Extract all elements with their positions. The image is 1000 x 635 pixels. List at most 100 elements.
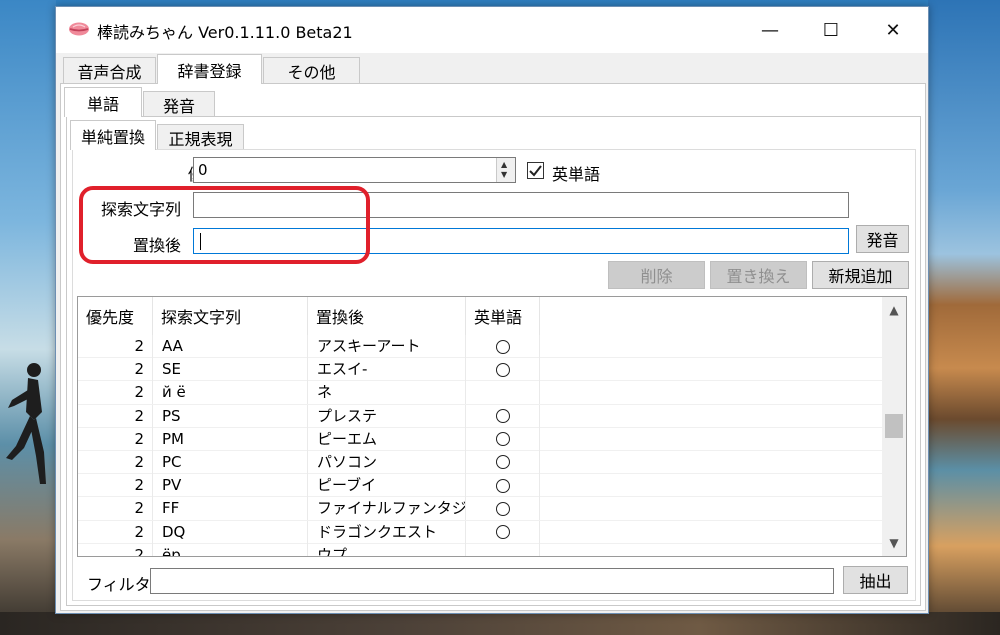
cell-priority: 2 [78, 404, 153, 428]
replace-button[interactable]: 置き換え [710, 261, 807, 289]
cell-replace: ファイナルファンタジ... [308, 497, 466, 521]
table-row[interactable]: 2 PS プレステ [78, 404, 883, 428]
table-row[interactable]: 2 FF ファイナルファンタジ... [78, 497, 883, 521]
priority-spin-buttons[interactable]: ▲ ▼ [496, 158, 515, 182]
cell-replace: パソコン [308, 450, 466, 474]
spin-down-icon[interactable]: ▼ [501, 171, 507, 179]
cell-priority: 2 [78, 450, 153, 474]
scrollbar-thumb[interactable] [885, 414, 903, 438]
cell-search: ёр [153, 543, 308, 556]
circle-icon [495, 501, 510, 516]
list-header: 優先度 探索文字列 置換後 英単語 [78, 297, 883, 335]
dictionary-list[interactable]: 優先度 探索文字列 置換後 英単語 2 AA アスキーアート 2 SE エスイ- 2 й ёネ… [77, 296, 907, 557]
cell-search: й ё [153, 381, 308, 405]
cell-replace: ピーブイ [308, 474, 466, 498]
tab-dictionary[interactable]: 辞書登録 [157, 54, 262, 84]
cell-priority: 2 [78, 358, 153, 382]
cell-replace: ピーエム [308, 427, 466, 451]
maximize-button[interactable]: ☐ [808, 7, 854, 53]
circle-icon [495, 362, 510, 377]
list-scrollbar[interactable]: ▲ ▼ [882, 297, 906, 556]
cell-priority: 2 [78, 543, 153, 556]
red-highlight-annotation [79, 186, 370, 264]
desktop-wallpaper-bottom [0, 612, 1000, 635]
cell-english [466, 543, 540, 556]
cell-english [466, 474, 540, 498]
desktop-wallpaper-left [0, 0, 56, 635]
cell-priority: 2 [78, 474, 153, 498]
english-word-label: 英単語 [552, 165, 601, 184]
table-row[interactable]: 2 PV ピーブイ [78, 474, 883, 498]
tab-speech-synthesis[interactable]: 音声合成 [63, 57, 156, 83]
cell-english [466, 497, 540, 521]
checkmark-icon [529, 165, 542, 177]
minimize-button[interactable]: — [747, 7, 793, 53]
tab-pronunciation[interactable]: 発音 [143, 91, 215, 117]
pronounce-button[interactable]: 発音 [856, 225, 909, 253]
cell-search: AA [153, 335, 308, 358]
desktop-wallpaper-right [928, 0, 1000, 635]
cell-priority: 2 [78, 335, 153, 358]
tab-simple-replace[interactable]: 単純置換 [70, 120, 156, 150]
cell-english [466, 520, 540, 544]
circle-icon [495, 339, 510, 354]
table-row[interactable]: 2 PC パソコン [78, 450, 883, 475]
scroll-up-icon[interactable]: ▲ [882, 299, 906, 321]
cell-english [466, 404, 540, 428]
cell-replace: ネ [308, 381, 466, 405]
cell-priority: 2 [78, 427, 153, 451]
table-row[interactable]: 2 DQ ドラゴンクエスト [78, 520, 883, 544]
tab-other[interactable]: その他 [263, 57, 360, 83]
cell-replace: プレステ [308, 404, 466, 428]
spin-up-icon[interactable]: ▲ [501, 161, 507, 169]
cell-priority: 2 [78, 381, 153, 405]
window-title: 棒読みちゃん Ver0.1.11.0 Beta21 [97, 23, 353, 42]
circle-icon [495, 525, 510, 539]
priority-stepper[interactable]: 0 [193, 157, 516, 183]
tab-word[interactable]: 単語 [64, 87, 142, 117]
circle-icon [495, 432, 510, 447]
filter-input[interactable] [150, 568, 834, 594]
table-row[interactable]: 2й ёネ [78, 381, 883, 405]
scroll-down-icon[interactable]: ▼ [882, 532, 906, 554]
cell-search: PS [153, 404, 308, 428]
title-bar: 棒読みちゃん Ver0.1.11.0 Beta21 — ☐ ✕ [56, 7, 928, 53]
circle-icon [495, 409, 510, 424]
cell-english [466, 450, 540, 474]
cell-search: PC [153, 450, 308, 474]
cell-search: SE [153, 358, 308, 382]
english-word-checkbox[interactable] [527, 162, 544, 179]
cell-english [466, 358, 540, 382]
delete-button[interactable]: 削除 [608, 261, 705, 289]
cell-priority: 2 [78, 520, 153, 544]
tab-regex[interactable]: 正規表現 [157, 124, 244, 150]
circle-icon [495, 455, 510, 470]
cell-replace: エスイ- [308, 358, 466, 382]
table-row[interactable]: 2 ёр ウプ [78, 543, 883, 556]
cell-search: FF [153, 497, 308, 521]
column-header-search[interactable]: 探索文字列 [153, 297, 308, 335]
list-rows: 2 AA アスキーアート 2 SE エスイ- 2 й ё ネ 2 PS プレステ 2 PM ピーエム 2 PC パ… [78, 335, 883, 556]
cell-search: PV [153, 474, 308, 498]
column-header-replace[interactable]: 置換後 [308, 297, 466, 335]
column-header-priority[interactable]: 優先度 [78, 297, 153, 335]
cell-english [466, 335, 540, 358]
extract-button[interactable]: 抽出 [843, 566, 908, 594]
cell-replace: ドラゴンクエスト [308, 520, 466, 544]
cell-search: PM [153, 427, 308, 451]
cell-replace: ウプ [308, 543, 466, 556]
column-header-english[interactable]: 英単語 [466, 297, 540, 335]
table-row[interactable]: 2 SE エスイ- [78, 358, 883, 382]
filter-label: フィルタ [87, 575, 151, 594]
circle-icon [495, 478, 510, 493]
lips-icon [69, 22, 89, 36]
cell-english [466, 381, 540, 405]
table-row[interactable]: 2 PM ピーエム [78, 427, 883, 451]
cell-priority: 2 [78, 497, 153, 521]
cell-search: DQ [153, 520, 308, 544]
cell-english [466, 427, 540, 451]
add-new-button[interactable]: 新規追加 [812, 261, 909, 289]
close-button[interactable]: ✕ [870, 7, 916, 53]
cell-replace: アスキーアート [308, 335, 466, 358]
table-row[interactable]: 2 AA アスキーアート [78, 335, 883, 359]
